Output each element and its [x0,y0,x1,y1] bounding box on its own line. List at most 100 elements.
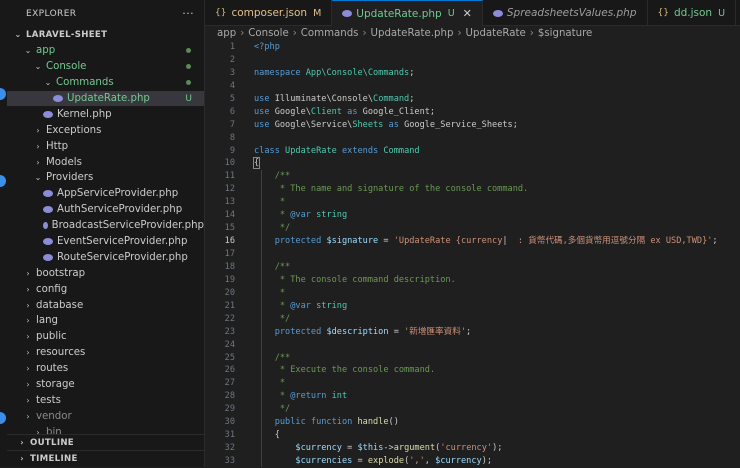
php-file-icon [43,190,53,198]
tree-file[interactable]: BroadcastServiceProvider.php [7,218,204,234]
code-token: = [378,236,394,247]
tree-folder[interactable]: › database [7,297,204,313]
code-content: use Google\Client as Google_Client; [254,106,435,119]
code-token: $this [357,443,384,454]
code-token: UpdateRate [285,145,337,156]
line-number: 29 [224,404,235,415]
line-number: 8 [229,132,235,143]
editor-tab[interactable]: SpreadsheetsValues.php [483,0,648,26]
line-number: 1 [229,42,235,52]
breadcrumb-item[interactable]: UpdateRate.php [371,28,454,39]
json-file-icon: {} [657,8,669,18]
modified-dot-icon [186,64,191,70]
tree-file[interactable]: Kernel.php [7,106,204,122]
code-content: */ [254,313,290,326]
code-line: 26 * Execute the console command. [205,364,740,377]
editor-tab[interactable]: {} dd.json U [648,0,737,26]
extensions-badge[interactable] [0,175,6,187]
code-content: $currency = $this->argument('currency'); [254,442,502,455]
tree-file[interactable]: AppServiceProvider.php [7,186,204,202]
tree-item-label: UpdateRate.php [67,93,150,104]
timeline-section[interactable]: › TIMELINE [7,450,204,466]
code-line: 30 public function handle() [205,416,740,429]
code-view[interactable]: 1 <?php 2 3 namespace App\Console\Commands; 4… [205,41,740,468]
tree-folder[interactable]: › lang [7,313,204,329]
tab-label: dd.json [673,7,713,19]
explorer-header: EXPLORER ··· [7,0,204,27]
tree-folder[interactable]: ⌄ Console [7,59,204,75]
code-token: * [254,210,291,221]
tree-file[interactable]: RouteServiceProvider.php [7,249,204,265]
code-line: 31 { [205,429,740,442]
code-line: 4 [205,80,740,93]
code-token: use [254,93,275,104]
chevron-right-icon: › [26,380,30,390]
line-number: 20 [224,287,235,298]
chevron-right-icon: › [36,125,40,135]
tree-item-label: database [36,299,84,311]
breadcrumb-item[interactable]: $signature [538,28,592,39]
tree-folder[interactable]: › routes [7,361,204,377]
breadcrumb-item[interactable]: UpdateRate [466,28,526,39]
tree-folder[interactable]: › storage [7,377,204,393]
breadcrumb-item[interactable]: Commands [301,28,359,39]
tree-file[interactable]: UpdateRate.php U [7,90,204,107]
tree-folder[interactable]: › resources [7,345,204,361]
code-line: 28 * @return int [205,390,740,403]
code-line: 14 * @var string [205,209,740,222]
tree-folder[interactable]: › Http [7,138,204,154]
close-icon[interactable]: ✕ [463,7,472,20]
chevron-right-icon: › [26,348,30,358]
code-token: ; [409,93,415,104]
editor-tab[interactable]: UpdateRate.php U ✕ [332,0,483,26]
tree-folder[interactable]: › Exceptions [7,122,204,138]
accounts-badge[interactable] [0,412,6,424]
tree-folder[interactable]: ⌄ Commands [7,75,204,91]
line-number: 11 [224,171,235,182]
project-root[interactable]: ⌄ LARAVEL-SHEET [7,27,204,43]
tree-folder[interactable]: ⌄ app [7,43,204,59]
code-token: Google\Service\ [274,119,353,130]
breadcrumb-item[interactable]: app [217,28,236,39]
code-line: 13 * [205,196,740,209]
code-token: ); [492,443,503,454]
code-token: Sheets [352,119,384,130]
line-number: 24 [224,339,235,350]
tree-folder[interactable]: › bootstrap [7,265,204,281]
tree-item-label: Providers [46,172,94,184]
chevron-right-icon: › [26,364,30,374]
code-line: 11 /** [205,170,740,183]
tree-folder[interactable]: ⌄ Providers [7,170,204,186]
code-token: use [254,106,275,117]
code-line: 27 * [205,377,740,390]
code-line: 22 */ [205,313,740,326]
tree-item-label: Exceptions [46,124,102,136]
tree-file[interactable]: AuthServiceProvider.php [7,202,204,218]
more-actions-icon[interactable]: ··· [182,7,194,20]
code-content: class UpdateRate extends Command [254,145,420,158]
tab-bar: {} composer.json M UpdateRate.php U ✕ Spreadsh… [205,0,740,26]
tree-folder[interactable]: › Models [7,154,204,170]
tree-folder[interactable]: › public [7,329,204,345]
tree-folder[interactable]: › tests [7,392,204,408]
tree-folder[interactable]: › config [7,281,204,297]
tree-file[interactable]: EventServiceProvider.php [7,234,204,250]
outline-section[interactable]: › OUTLINE [7,434,204,450]
source-control-badge[interactable] [0,88,6,100]
chevron-right-icon: › [26,395,30,405]
git-status-badge: U [447,8,455,19]
line-number: 30 [224,417,235,428]
editor-tab[interactable]: {} composer.json M [205,0,333,26]
line-number: 33 [224,456,235,466]
tree-item-label: routes [36,363,69,375]
tree-folder[interactable]: › vendor [7,408,204,424]
code-token: ; [465,326,472,337]
code-token: { [252,157,261,170]
chevron-right-icon: › [36,141,40,151]
code-token: extends [336,145,384,156]
php-file-icon [43,110,53,118]
code-token: $currencies [254,456,353,466]
file-tree: ⌄ LARAVEL-SHEET ⌄ app ⌄ Console ⌄ Commands Upd… [7,27,204,440]
breadcrumb-item[interactable]: Console [248,28,288,39]
code-token: 'currency' [440,443,493,454]
